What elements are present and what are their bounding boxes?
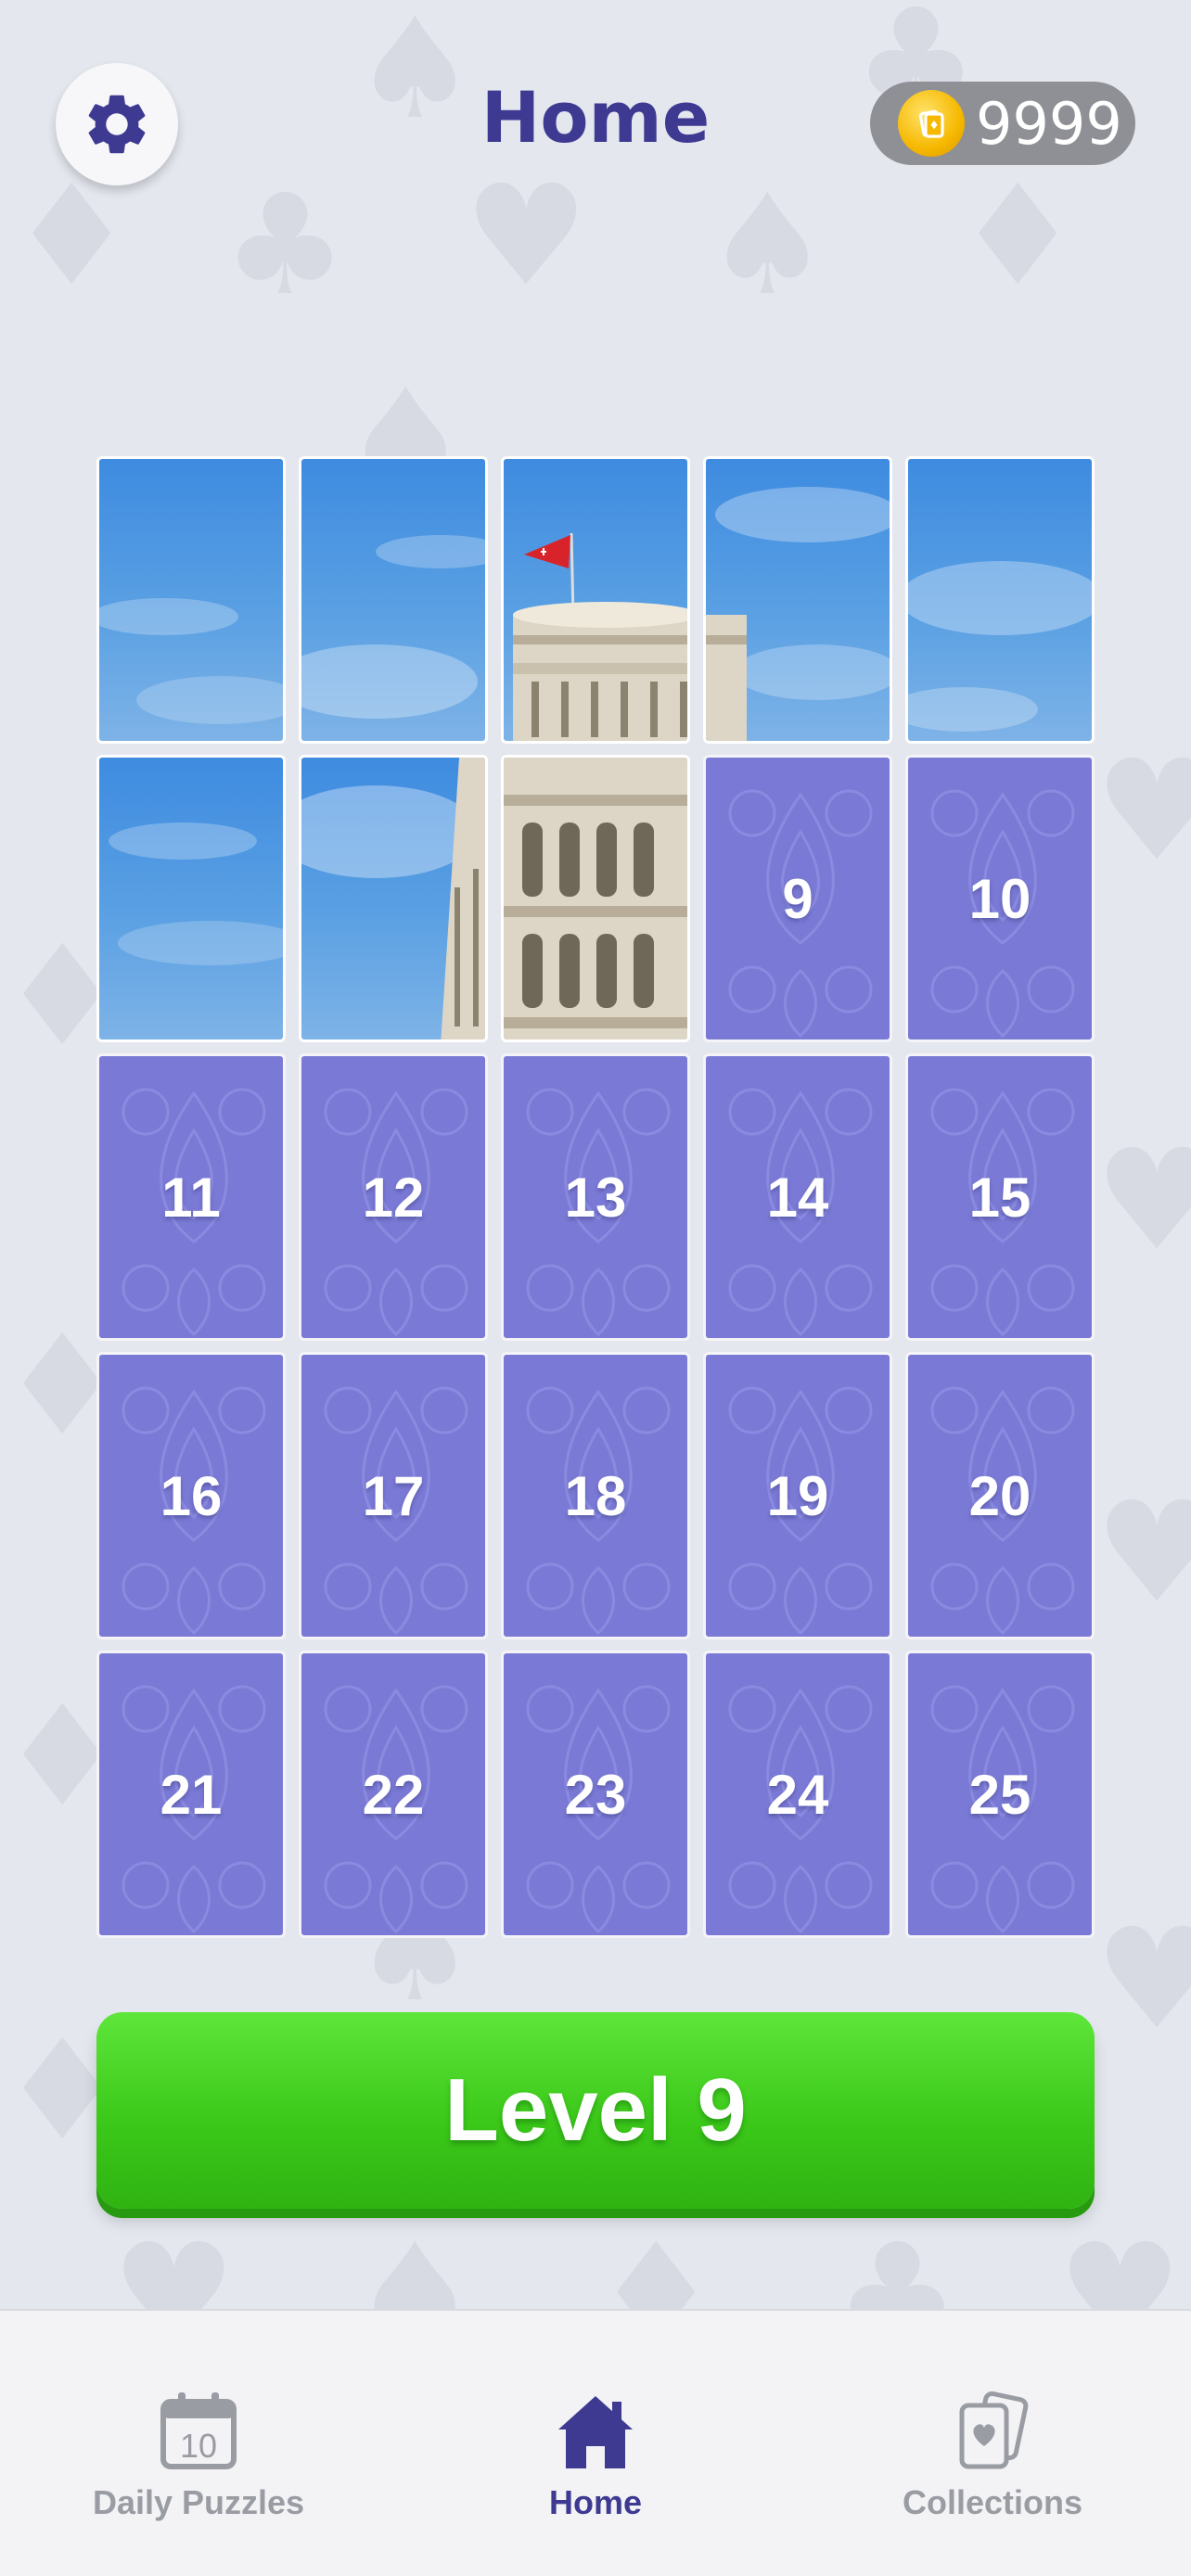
revealed-tile	[299, 456, 488, 744]
card-tile[interactable]: 23	[501, 1651, 690, 1938]
card-tile[interactable]: 25	[905, 1651, 1095, 1938]
calendar-icon: 10	[160, 2392, 237, 2469]
tile-number: 14	[766, 1166, 829, 1229]
nav-label: Collections	[902, 2483, 1083, 2521]
nav-label: Home	[548, 2483, 643, 2521]
tile-number: 9	[782, 867, 813, 930]
card-tile[interactable]: 14	[703, 1053, 892, 1341]
card-tile[interactable]: 18	[501, 1352, 690, 1639]
card-tile[interactable]: 15	[905, 1053, 1095, 1341]
card-tile[interactable]: 20	[905, 1352, 1095, 1639]
card-tile[interactable]: 19	[703, 1352, 892, 1639]
tile-number: 20	[968, 1464, 1031, 1527]
coin-icon	[898, 90, 965, 157]
revealed-tile	[501, 755, 690, 1042]
tile-number: 16	[160, 1464, 223, 1527]
revealed-tile	[703, 456, 892, 744]
puzzle-board: 9 10 11 12 13 14 15 16 17 18 19 20 21 22…	[96, 456, 1095, 1938]
revealed-tile	[905, 456, 1095, 744]
card-tile[interactable]: 12	[299, 1053, 488, 1341]
revealed-tile	[501, 456, 690, 744]
nav-label: Daily Puzzles	[92, 2483, 305, 2521]
tile-number: 23	[564, 1763, 627, 1826]
level-button-label: Level 9	[444, 2060, 747, 2160]
card-tile[interactable]: 24	[703, 1651, 892, 1938]
level-button[interactable]: Level 9	[96, 2012, 1095, 2209]
cards-icon	[959, 2391, 1029, 2469]
nav-item-home[interactable]: Home	[397, 2311, 794, 2576]
revealed-tile	[96, 456, 286, 744]
tile-number: 12	[362, 1166, 425, 1229]
tile-number: 15	[968, 1166, 1031, 1229]
tile-number: 22	[362, 1763, 425, 1826]
coin-amount: 9999	[976, 89, 1122, 158]
tile-number: 24	[766, 1763, 829, 1826]
card-tile[interactable]: 17	[299, 1352, 488, 1639]
card-tile[interactable]: 10	[905, 755, 1095, 1042]
calendar-badge: 10	[180, 2427, 217, 2465]
tile-number: 11	[161, 1166, 221, 1229]
tile-number: 10	[968, 867, 1031, 930]
coin-balance[interactable]: 9999	[870, 82, 1135, 165]
card-tile[interactable]: 13	[501, 1053, 690, 1341]
tile-number: 19	[766, 1464, 829, 1527]
card-tile[interactable]: 16	[96, 1352, 286, 1639]
tile-number: 18	[564, 1464, 627, 1527]
card-tile[interactable]: 22	[299, 1651, 488, 1938]
revealed-tile	[299, 755, 488, 1042]
tile-number: 13	[564, 1166, 627, 1229]
nav-item-daily-puzzles[interactable]: 10 Daily Puzzles	[0, 2311, 397, 2576]
card-tile[interactable]: 21	[96, 1651, 286, 1938]
tile-number: 25	[968, 1763, 1031, 1826]
tile-number: 17	[362, 1464, 425, 1527]
home-icon	[558, 2396, 633, 2468]
card-tile[interactable]: 11	[96, 1053, 286, 1341]
nav-item-collections[interactable]: Collections	[794, 2311, 1191, 2576]
bottom-nav: 10 Daily Puzzles Home Collections	[0, 2309, 1191, 2576]
revealed-tile	[96, 755, 286, 1042]
card-tile[interactable]: 9	[703, 755, 892, 1042]
tile-number: 21	[160, 1763, 223, 1826]
